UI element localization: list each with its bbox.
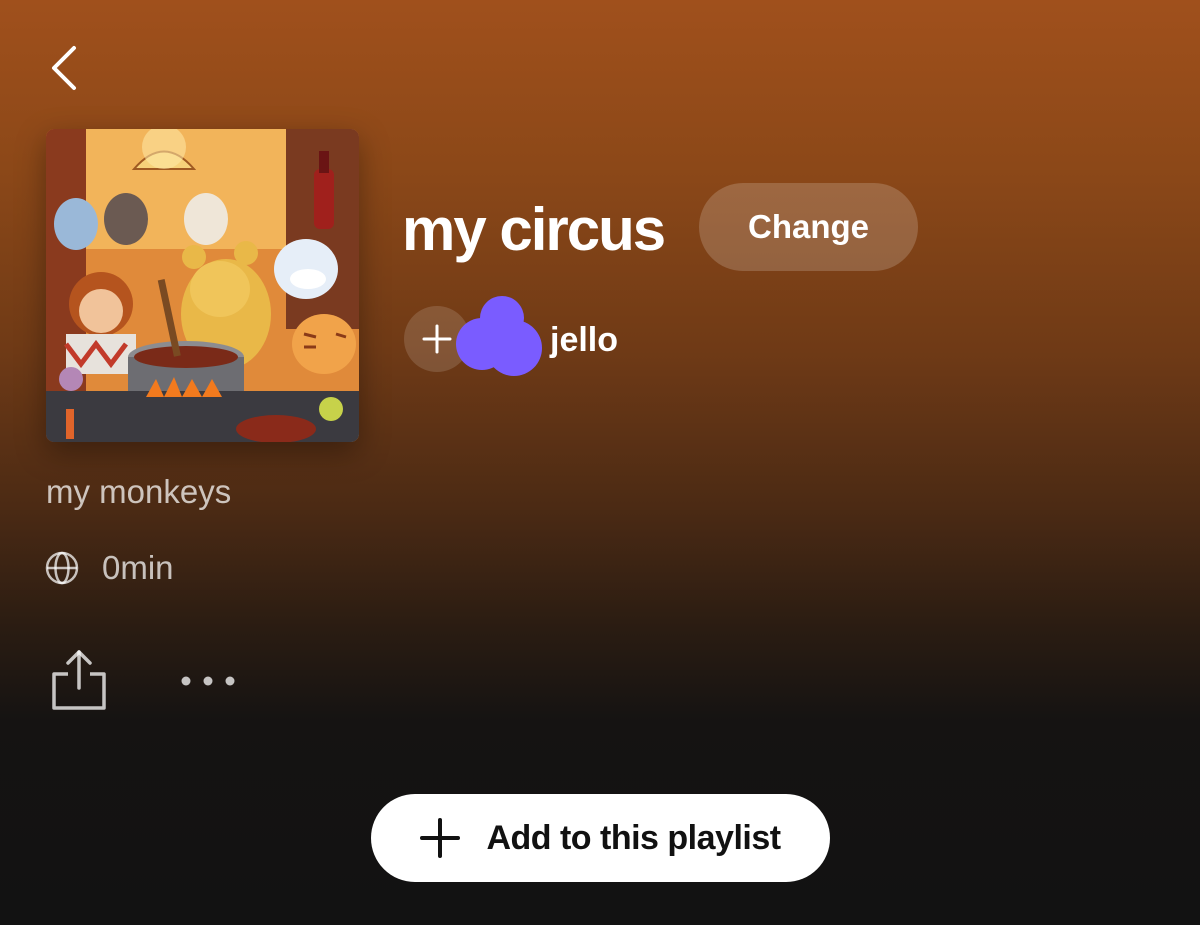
playlist-duration: 0min — [102, 549, 174, 586]
add-to-playlist-label: Add to this playlist — [486, 818, 781, 857]
cover-illustration — [46, 129, 359, 442]
change-title-button[interactable]: Change — [699, 183, 918, 271]
playlist-cover-art[interactable] — [46, 129, 359, 442]
plus-icon — [420, 818, 461, 858]
playlist-meta: 0min — [44, 546, 174, 590]
owner-avatar[interactable] — [456, 294, 546, 378]
avatar-redaction-blob — [456, 296, 542, 376]
owner-name[interactable]: jello — [550, 318, 618, 362]
globe-icon — [45, 551, 79, 585]
share-button[interactable] — [50, 648, 108, 712]
share-icon — [52, 650, 106, 710]
plus-icon — [422, 324, 452, 354]
add-to-playlist-button[interactable]: Add to this playlist — [371, 794, 830, 882]
back-button[interactable] — [44, 40, 88, 96]
playlist-description: my monkeys — [46, 473, 232, 510]
chevron-left-icon — [52, 46, 76, 90]
more-horizontal-icon — [181, 676, 235, 686]
more-options-button[interactable] — [172, 664, 244, 698]
playlist-title[interactable]: my circus — [402, 194, 666, 266]
